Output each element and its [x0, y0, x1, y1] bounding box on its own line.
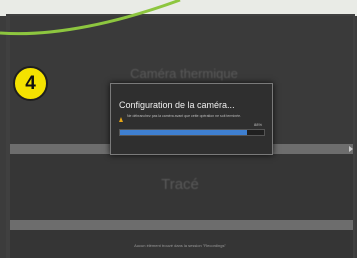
step-number-badge: 4: [13, 66, 48, 101]
callout-annotation: [0, 0, 181, 36]
callout-line: [0, 0, 181, 36]
